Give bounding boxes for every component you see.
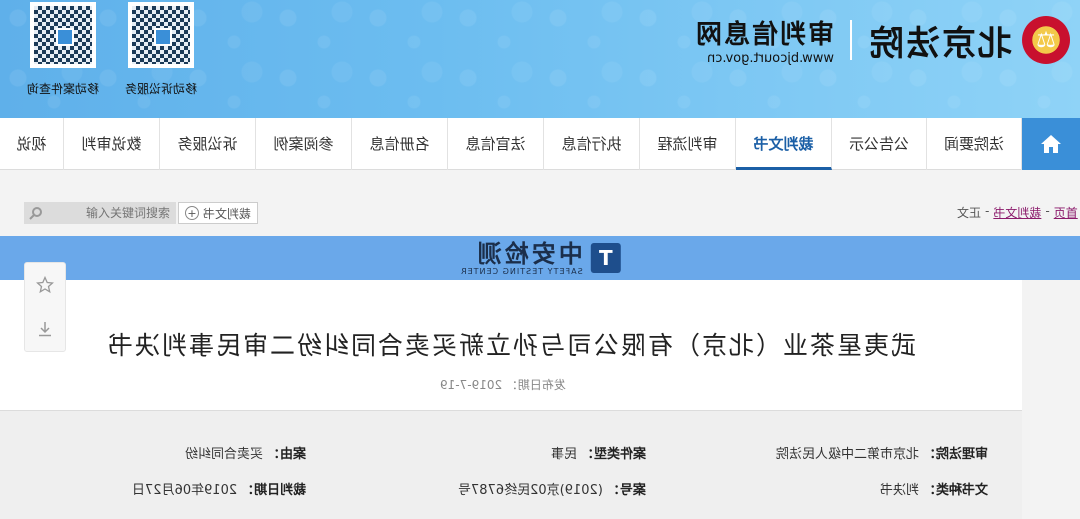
meta-case-no: 案号：(2019)京02民终6787号 (458, 483, 646, 498)
document-meta: 审理法院：北京市第二中级人民法院 案件类型：民事 案由：买卖合同纠纷 文书种类：… (0, 410, 1022, 519)
document-card: 武夷星茶业（北京）有限公司与孙立新买卖合同纠纷二审民事判决书 发布日期： 201… (0, 280, 1022, 410)
search-button[interactable] (24, 202, 48, 224)
site-logo[interactable]: ⚖ 北京法院 审判信息网 www.bjcourt.gov.cn (694, 12, 1070, 68)
download-button[interactable] (25, 309, 65, 349)
nav-item-roster-info[interactable]: 名册信息 (352, 118, 448, 170)
nav-item-reference-cases[interactable]: 参阅案例 (256, 118, 352, 170)
nav-item-judge-info[interactable]: 法官信息 (448, 118, 544, 170)
breadcrumb-section[interactable]: 裁判文书 (994, 204, 1042, 221)
search-input[interactable] (48, 202, 176, 224)
meta-court: 审理法院：北京市第二中级人民法院 (775, 447, 988, 462)
side-toolbar (24, 262, 66, 352)
filter-tag-label: 裁判文书 (203, 206, 252, 221)
nav-item-video[interactable]: 视说 (0, 118, 64, 170)
nav-item-court-news[interactable]: 法院要闻 (927, 118, 1022, 170)
qr-code-case-query (30, 2, 96, 68)
banner-name-en: SAFETY TESTING CENTER (459, 266, 583, 276)
testing-center-logo-icon: T (590, 243, 621, 273)
favorite-button[interactable] (25, 265, 65, 305)
search-bar: + 裁判文书 (24, 202, 259, 224)
breadcrumb-home[interactable]: 首页 (1054, 204, 1078, 221)
search-icon (29, 207, 42, 220)
site-url: www.bjcourt.gov.cn (706, 51, 834, 66)
nav-item-announcements[interactable]: 公告公示 (832, 118, 927, 170)
filter-tag-judgments[interactable]: + 裁判文书 (178, 202, 259, 224)
breadcrumb-sep: - (1045, 204, 1050, 218)
qr-code-litigation-service (128, 2, 194, 68)
star-icon (36, 276, 54, 294)
home-icon (1041, 135, 1061, 153)
court-emblem-icon: ⚖ (1022, 16, 1070, 64)
logo-divider (850, 20, 852, 60)
main-nav: 法院要闻 公告公示 裁判文书 审判流程 执行信息 法官信息 名册信息 参阅案例 … (0, 118, 1080, 170)
site-header: 移动案件查询 移动诉讼服务 ⚖ 北京法院 审判信息网 www.bjcourt.g… (0, 0, 1080, 118)
nav-item-judgments[interactable]: 裁判文书 (736, 118, 832, 170)
breadcrumb-current: 正文 (957, 206, 982, 220)
page-gutter (1022, 410, 1080, 519)
nav-item-execution-info[interactable]: 执行信息 (544, 118, 640, 170)
banner-name-cn: 中安检测 (474, 239, 583, 268)
plus-icon: + (185, 206, 199, 220)
nav-item-data-trial[interactable]: 数说审判 (64, 118, 160, 170)
meta-doc-type: 文书种类：判决书 (879, 483, 988, 498)
breadcrumb-sep: - (985, 204, 990, 218)
publish-date: 发布日期： 2019-7-19 (440, 378, 566, 392)
watermark-banner: T 中安检测 SAFETY TESTING CENTER (0, 236, 1080, 280)
toolbar: + 裁判文书 首页 - 裁判文书 - 正文 (0, 170, 1080, 236)
meta-judge-date: 裁判日期：2019年06月27日 (131, 483, 306, 498)
qr-label-litigation-service: 移动诉讼服务 (125, 82, 198, 96)
nav-home-button[interactable] (1022, 118, 1080, 170)
court-name: 北京法院 (868, 23, 1012, 64)
nav-item-trial-process[interactable]: 审判流程 (640, 118, 736, 170)
meta-case-type: 案件类型：民事 (550, 447, 646, 462)
document-title: 武夷星茶业（北京）有限公司与孙立新买卖合同纠纷二审民事判决书 (106, 331, 917, 360)
meta-cause: 案由：买卖合同纠纷 (184, 447, 306, 462)
qr-label-case-query: 移动案件查询 (27, 82, 100, 96)
download-icon (39, 322, 51, 337)
nav-item-litigation-service[interactable]: 诉讼服务 (160, 118, 256, 170)
site-name: 审判信息网 (693, 20, 834, 50)
breadcrumb: 首页 - 裁判文书 - 正文 (957, 204, 1078, 221)
